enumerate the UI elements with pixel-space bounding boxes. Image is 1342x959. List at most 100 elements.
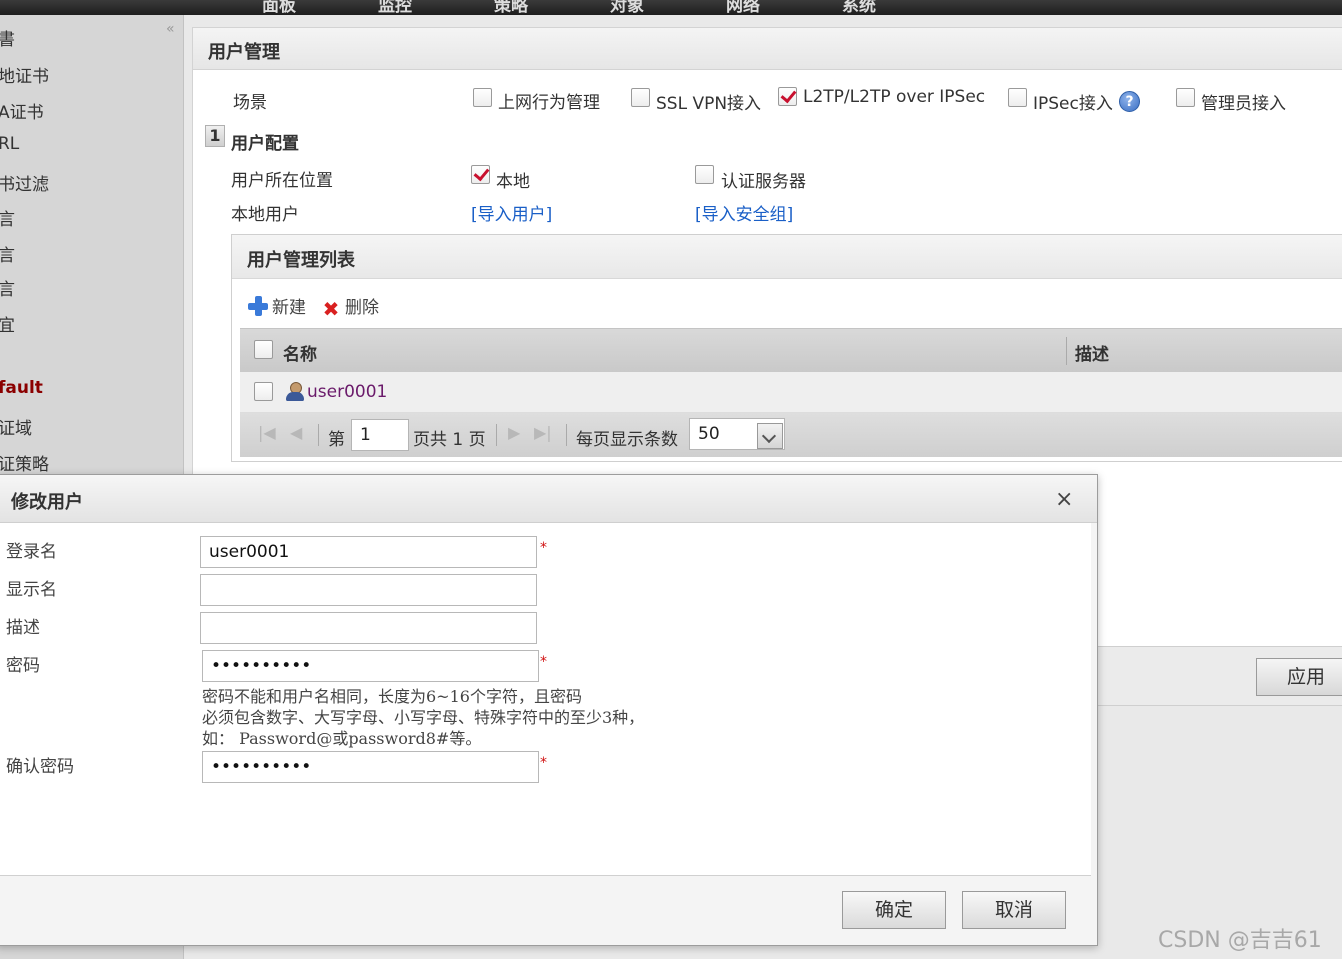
apply-button[interactable]: 应用 xyxy=(1256,658,1342,696)
dialog-header: 修改用户 × xyxy=(0,475,1097,523)
scene-option-label: 上网行为管理 xyxy=(498,93,600,113)
per-page-label: 每页显示条数 xyxy=(576,430,678,450)
sidebar-item-cert-filter[interactable]: 书过滤 xyxy=(0,170,49,195)
collapse-sidebar-icon[interactable]: « xyxy=(166,21,175,37)
description-input[interactable] xyxy=(200,612,537,644)
local-user-label: 本地用户 xyxy=(231,205,299,225)
sidebar-item-local-cert[interactable]: 地证书 xyxy=(0,62,49,87)
last-page-icon[interactable]: ▶| xyxy=(534,423,552,442)
location-option-label: 认证服务器 xyxy=(721,172,806,192)
scene-label: 场景 xyxy=(233,93,267,113)
section-title-user-config: 用户配置 xyxy=(231,134,299,154)
user-list-title-bar: 用户管理列表 xyxy=(232,235,1342,279)
scene-checkbox-web-behavior[interactable] xyxy=(473,88,492,107)
sidebar-item[interactable]: 宜 xyxy=(0,311,15,336)
sidebar-item-ca-cert[interactable]: A证书 xyxy=(0,98,44,123)
sidebar-item[interactable]: 言 xyxy=(0,275,15,300)
nav-item-network[interactable]: 网络 xyxy=(726,0,760,15)
table-row[interactable]: user0001 xyxy=(240,372,1342,413)
cancel-button[interactable]: 取消 xyxy=(962,891,1066,929)
password-hint-line: 密码不能和用户名相同，长度为6~16个字符，且密码 xyxy=(202,687,582,706)
sidebar-item[interactable]: 言 xyxy=(0,241,15,266)
user-name-link[interactable]: user0001 xyxy=(307,382,387,402)
location-option-label: 本地 xyxy=(496,172,530,192)
nav-item-monitor[interactable]: 监控 xyxy=(378,0,412,15)
scene-checkbox-ssl-vpn[interactable] xyxy=(631,88,650,107)
dialog-title: 修改用户 xyxy=(11,492,83,513)
top-nav-bar: 面板 监控 策略 对象 网络 系统 xyxy=(0,0,1342,15)
next-page-icon[interactable]: ▶ xyxy=(508,423,520,442)
table-header: 名称 描述 xyxy=(240,328,1342,372)
modify-user-dialog: 修改用户 × 登录名 * 显示名 描述 密码 * 密码不能和用户名相同，长度为6… xyxy=(0,474,1098,946)
user-list-title: 用户管理列表 xyxy=(247,250,355,271)
first-page-icon[interactable]: |◀ xyxy=(258,423,276,442)
scene-option-label: 管理员接入 xyxy=(1201,94,1286,114)
import-security-group-link[interactable]: [导入安全组] xyxy=(695,200,793,225)
pagination-bar: |◀ ◀ 第 页共 1 页 ▶ ▶| 每页显示条数 xyxy=(240,413,1342,457)
delete-user-button[interactable]: ✖ 删除 xyxy=(321,293,379,319)
nav-item-system[interactable]: 系统 xyxy=(842,0,876,15)
sidebar-item[interactable]: 書 xyxy=(0,25,15,50)
password-hint-line: 如： Password@或password8#等。 xyxy=(202,729,482,748)
row-checkbox[interactable] xyxy=(254,382,273,401)
apply-bar: 应用 xyxy=(1098,646,1342,706)
scene-option-label: SSL VPN接入 xyxy=(656,94,762,114)
nav-item-dashboard[interactable]: 面板 xyxy=(262,0,296,15)
close-icon[interactable]: × xyxy=(1055,487,1073,512)
sidebar-item-auth-policy[interactable]: 证策略 xyxy=(0,450,49,475)
import-users-link[interactable]: [导入用户] xyxy=(471,200,552,225)
scene-checkbox-admin[interactable] xyxy=(1176,88,1195,107)
confirm-password-input[interactable] xyxy=(202,751,539,783)
display-name-input[interactable] xyxy=(200,574,537,606)
plus-icon xyxy=(248,296,268,316)
step-number-badge: 1 xyxy=(205,125,225,147)
chevron-down-icon[interactable] xyxy=(757,423,783,449)
page-title-bar: 用户管理 xyxy=(193,28,1342,70)
select-all-checkbox[interactable] xyxy=(254,340,273,359)
password-label: 密码 xyxy=(6,656,40,676)
page-prefix-label: 第 xyxy=(328,430,345,450)
pager-divider xyxy=(566,424,567,446)
pager-divider xyxy=(496,424,497,446)
delete-user-label: 删除 xyxy=(345,298,379,318)
dialog-body: 登录名 * 显示名 描述 密码 * 密码不能和用户名相同，长度为6~16个字符，… xyxy=(0,523,1091,876)
delete-icon: ✖ xyxy=(322,297,340,321)
help-icon[interactable]: ? xyxy=(1119,91,1140,112)
required-mark: * xyxy=(540,755,547,771)
scene-checkbox-l2tp[interactable] xyxy=(778,87,797,106)
scene-option-label: IPSec接入 xyxy=(1033,94,1113,114)
sidebar-item-default[interactable]: fault xyxy=(0,378,43,398)
required-mark: * xyxy=(540,540,547,556)
new-user-label: 新建 xyxy=(272,298,306,318)
prev-page-icon[interactable]: ◀ xyxy=(290,423,302,442)
sidebar-item-auth-domain[interactable]: 证域 xyxy=(0,414,32,439)
location-checkbox-local[interactable] xyxy=(471,165,490,184)
column-header-description[interactable]: 描述 xyxy=(1075,340,1109,365)
nav-item-object[interactable]: 对象 xyxy=(610,0,644,15)
password-input[interactable] xyxy=(202,650,539,682)
scene-checkbox-ipsec[interactable] xyxy=(1008,88,1027,107)
display-name-label: 显示名 xyxy=(6,580,57,600)
password-hint-line: 必须包含数字、大写字母、小写字母、特殊字符中的至少3种， xyxy=(202,708,645,727)
column-divider[interactable] xyxy=(1066,337,1067,365)
scene-option-label: L2TP/L2TP over IPSec xyxy=(803,87,986,107)
pager-divider xyxy=(318,424,319,446)
description-label: 描述 xyxy=(6,618,40,638)
ok-button[interactable]: 确定 xyxy=(842,891,946,929)
page-title: 用户管理 xyxy=(208,42,280,63)
confirm-password-label: 确认密码 xyxy=(6,757,74,777)
location-checkbox-auth-server[interactable] xyxy=(695,165,714,184)
column-header-name[interactable]: 名称 xyxy=(283,340,317,365)
sidebar-item-crl[interactable]: RL xyxy=(0,134,19,154)
required-mark: * xyxy=(540,654,547,670)
page-total-label: 页共 1 页 xyxy=(413,430,486,450)
sidebar-item[interactable]: 言 xyxy=(0,205,15,230)
login-name-input[interactable] xyxy=(200,536,537,568)
watermark: CSDN @吉吉61 xyxy=(1158,928,1322,953)
user-list-panel: 用户管理列表 新建 ✖删除 名称 描述 user0001 |◀ ◀ 第 页共 1… xyxy=(231,234,1342,462)
nav-item-policy[interactable]: 策略 xyxy=(494,0,528,15)
page-number-input[interactable] xyxy=(351,419,409,451)
login-name-label: 登录名 xyxy=(6,542,57,562)
new-user-button[interactable]: 新建 xyxy=(248,293,306,318)
user-icon xyxy=(285,382,305,402)
